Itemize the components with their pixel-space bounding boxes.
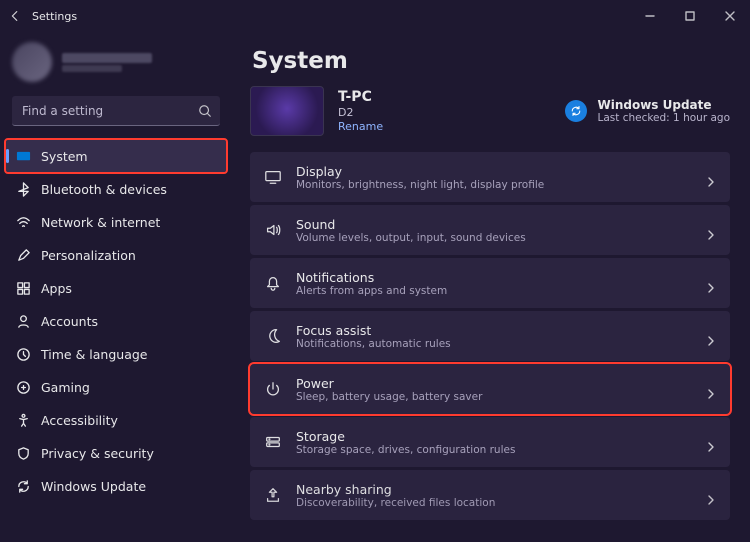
accessibility-icon (16, 413, 31, 428)
chevron-right-icon (706, 437, 716, 447)
row-title: Power (296, 376, 482, 391)
sidebar-item-label: System (41, 149, 88, 164)
sidebar-item-label: Network & internet (41, 215, 160, 230)
sound-icon (264, 221, 282, 239)
close-button[interactable] (710, 0, 750, 32)
minimize-button[interactable] (630, 0, 670, 32)
sidebar-item-system[interactable]: System (6, 140, 226, 172)
bell-icon (264, 274, 282, 292)
wifi-icon (16, 215, 31, 230)
sidebar-item-gaming[interactable]: Gaming (6, 371, 226, 403)
sidebar-nav: System Bluetooth & devices Network & int… (6, 140, 226, 502)
windows-update-block[interactable]: Windows Update Last checked: 1 hour ago (565, 98, 730, 124)
chevron-right-icon (706, 490, 716, 500)
row-sub: Alerts from apps and system (296, 285, 447, 297)
sidebar-item-label: Accounts (41, 314, 98, 329)
update-icon (16, 479, 31, 494)
row-focus-assist[interactable]: Focus assistNotifications, automatic rul… (250, 311, 730, 361)
device-name: T-PC (338, 89, 383, 105)
main-panel: System T-PC D2 Rename Windows Update Las… (232, 32, 750, 542)
sidebar-item-accessibility[interactable]: Accessibility (6, 404, 226, 436)
sidebar-item-bluetooth[interactable]: Bluetooth & devices (6, 173, 226, 205)
settings-list: DisplayMonitors, brightness, night light… (250, 152, 730, 520)
update-circle-icon (565, 100, 587, 122)
sidebar-item-accounts[interactable]: Accounts (6, 305, 226, 337)
sidebar-item-label: Windows Update (41, 479, 146, 494)
maximize-button[interactable] (670, 0, 710, 32)
row-sub: Discoverability, received files location (296, 497, 495, 509)
update-sub: Last checked: 1 hour ago (597, 112, 730, 124)
account-icon (16, 314, 31, 329)
device-hero: T-PC D2 Rename Windows Update Last check… (250, 86, 730, 136)
user-email (62, 65, 122, 72)
sidebar-item-label: Time & language (41, 347, 147, 362)
sidebar-item-update[interactable]: Windows Update (6, 470, 226, 502)
window-title: Settings (32, 10, 77, 23)
user-account-row[interactable] (6, 38, 226, 90)
system-icon (16, 149, 31, 164)
row-title: Sound (296, 217, 526, 232)
row-power[interactable]: PowerSleep, battery usage, battery saver (250, 364, 730, 414)
moon-icon (264, 327, 282, 345)
sidebar-item-network[interactable]: Network & internet (6, 206, 226, 238)
brush-icon (16, 248, 31, 263)
page-title: System (252, 48, 730, 74)
sidebar-item-label: Personalization (41, 248, 136, 263)
row-title: Nearby sharing (296, 482, 495, 497)
avatar (12, 42, 52, 82)
display-icon (264, 168, 282, 186)
storage-icon (264, 433, 282, 451)
shield-icon (16, 446, 31, 461)
power-icon (264, 380, 282, 398)
sidebar-item-privacy[interactable]: Privacy & security (6, 437, 226, 469)
sidebar-item-label: Gaming (41, 380, 90, 395)
bluetooth-icon (16, 182, 31, 197)
gaming-icon (16, 380, 31, 395)
update-title: Windows Update (597, 98, 730, 112)
sidebar-item-apps[interactable]: Apps (6, 272, 226, 304)
chevron-right-icon (706, 225, 716, 235)
row-title: Notifications (296, 270, 447, 285)
device-thumbnail[interactable] (250, 86, 324, 136)
sidebar-item-label: Privacy & security (41, 446, 154, 461)
chevron-right-icon (706, 172, 716, 182)
clock-icon (16, 347, 31, 362)
chevron-right-icon (706, 278, 716, 288)
device-model: D2 (338, 106, 383, 119)
row-storage[interactable]: StorageStorage space, drives, configurat… (250, 417, 730, 467)
search-input[interactable] (22, 104, 190, 118)
sidebar-item-label: Bluetooth & devices (41, 182, 167, 197)
row-title: Display (296, 164, 544, 179)
row-display[interactable]: DisplayMonitors, brightness, night light… (250, 152, 730, 202)
chevron-right-icon (706, 331, 716, 341)
row-sub: Monitors, brightness, night light, displ… (296, 179, 544, 191)
apps-icon (16, 281, 31, 296)
sidebar-item-label: Accessibility (41, 413, 118, 428)
search-icon (198, 103, 212, 117)
row-sub: Storage space, drives, configuration rul… (296, 444, 515, 456)
search-box[interactable] (12, 96, 220, 126)
share-icon (264, 486, 282, 504)
rename-link[interactable]: Rename (338, 120, 383, 133)
sidebar-item-personalization[interactable]: Personalization (6, 239, 226, 271)
sidebar-item-label: Apps (41, 281, 72, 296)
user-name (62, 53, 152, 63)
row-sound[interactable]: SoundVolume levels, output, input, sound… (250, 205, 730, 255)
chevron-right-icon (706, 384, 716, 394)
sidebar: System Bluetooth & devices Network & int… (0, 32, 232, 542)
row-sub: Notifications, automatic rules (296, 338, 451, 350)
back-icon[interactable] (8, 9, 22, 23)
titlebar: Settings (0, 0, 750, 32)
row-sub: Volume levels, output, input, sound devi… (296, 232, 526, 244)
row-nearby-sharing[interactable]: Nearby sharingDiscoverability, received … (250, 470, 730, 520)
row-title: Storage (296, 429, 515, 444)
sidebar-item-time[interactable]: Time & language (6, 338, 226, 370)
row-notifications[interactable]: NotificationsAlerts from apps and system (250, 258, 730, 308)
row-sub: Sleep, battery usage, battery saver (296, 391, 482, 403)
row-title: Focus assist (296, 323, 451, 338)
